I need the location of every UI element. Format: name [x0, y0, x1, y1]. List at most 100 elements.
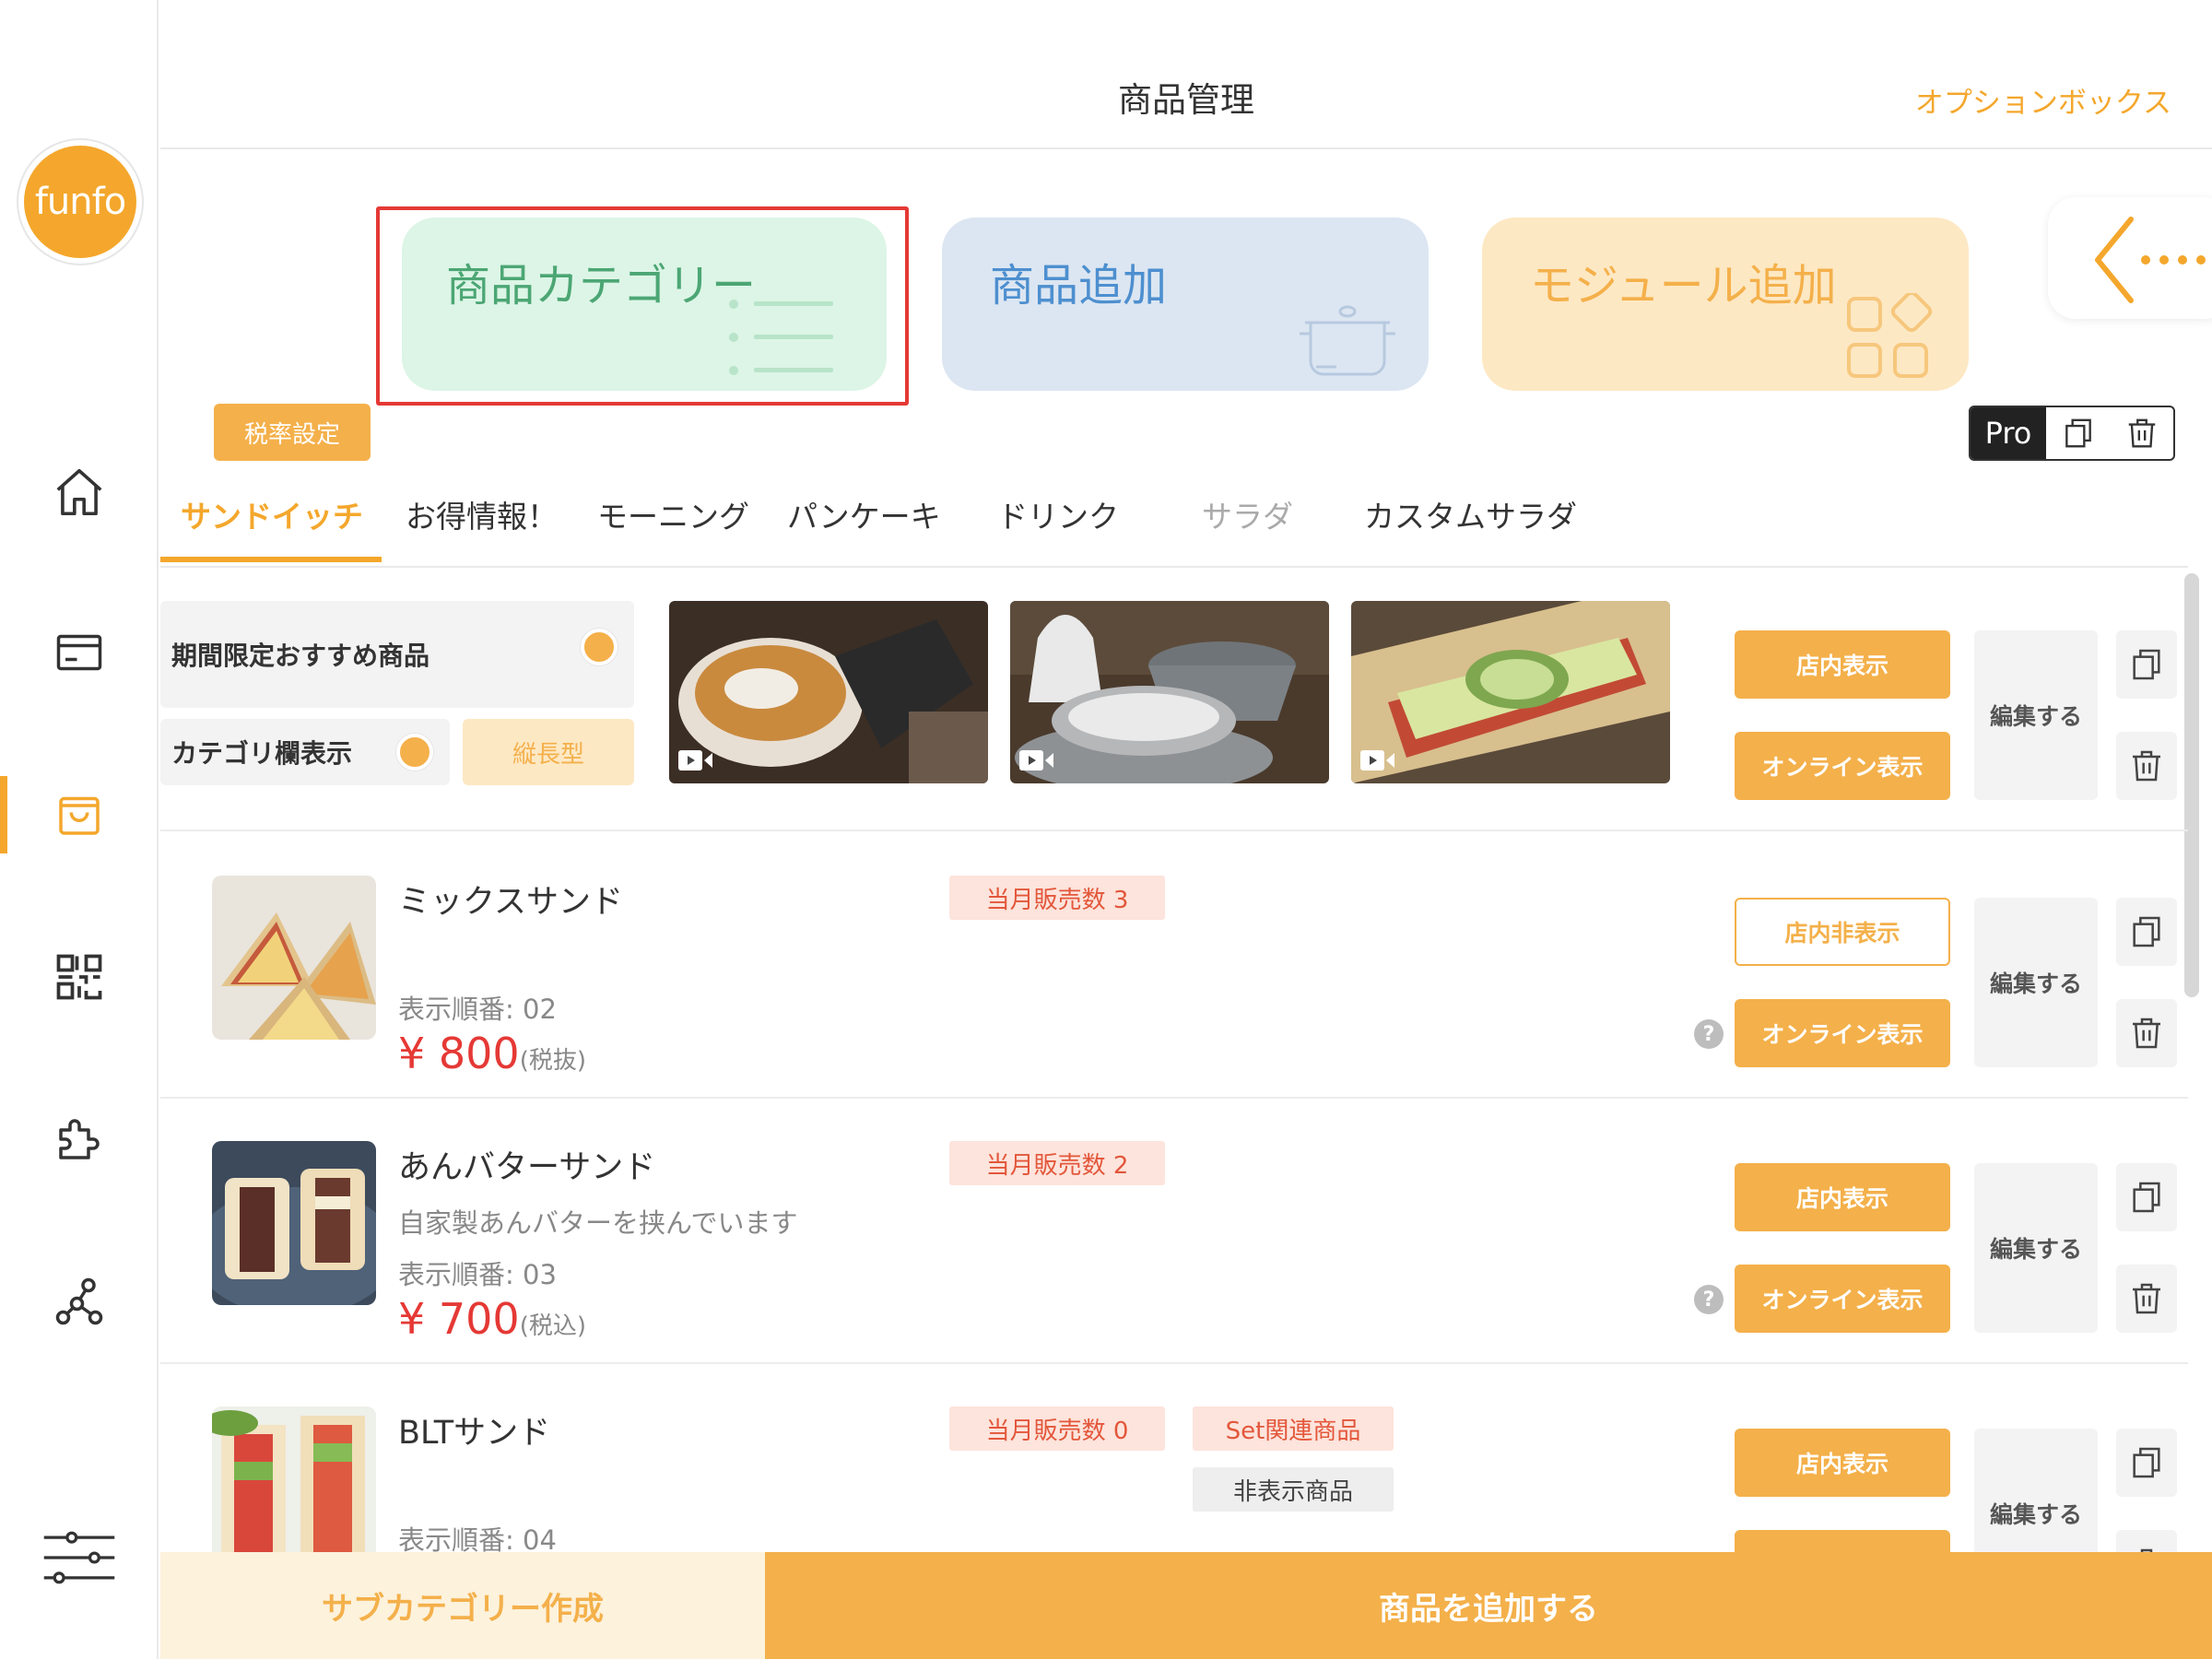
featured-row: 期間限定おすすめ商品 カテゴリ欄表示 縦長型 店内表示 オンライン表示 編集する	[160, 570, 2188, 831]
copy-button[interactable]	[2116, 630, 2177, 699]
featured-video-thumbnail[interactable]	[1010, 601, 1329, 783]
featured-video-thumbnail[interactable]	[1351, 601, 1670, 783]
sandwich-photo	[1351, 601, 1670, 783]
monthly-sales-badge: 当月販売数 0	[949, 1406, 1165, 1451]
puzzle-icon[interactable]	[46, 1106, 112, 1172]
qr-code-icon[interactable]	[46, 944, 112, 1010]
copy-button[interactable]	[2116, 898, 2177, 966]
sidebar: funfo	[0, 0, 159, 1659]
store-display-button[interactable]: 店内表示	[1735, 630, 1950, 699]
featured-video-thumbnail[interactable]	[669, 601, 988, 783]
active-tab-underline	[160, 557, 382, 562]
tax-note: (税込)	[519, 1312, 586, 1340]
product-row: ミックスサンド 表示順番: 02 ¥ 800(税抜) 当月販売数 3 店内非表示…	[160, 833, 2188, 1099]
tab-custom-salad[interactable]: カスタムサラダ	[1364, 492, 1577, 536]
toggle-switch[interactable]	[581, 629, 618, 665]
video-icon	[1360, 750, 1394, 771]
add-module-card[interactable]: モジュール追加	[1482, 218, 1969, 391]
product-image[interactable]	[212, 876, 376, 1040]
category-display-label: カテゴリ欄表示	[171, 738, 353, 769]
copy-category-button[interactable]	[2046, 407, 2110, 459]
tax-note: (税抜)	[519, 1047, 586, 1075]
page-title: 商品管理	[1118, 80, 1254, 120]
network-icon[interactable]	[46, 1268, 112, 1335]
chevron-left-dots-icon	[2095, 217, 2206, 303]
delete-button[interactable]	[2116, 732, 2177, 800]
store-display-button[interactable]: 店内表示	[1735, 1163, 1950, 1231]
active-nav-indicator	[0, 776, 7, 853]
help-icon[interactable]: ?	[1694, 1019, 1724, 1049]
delete-button[interactable]	[2116, 999, 2177, 1067]
home-icon[interactable]	[46, 459, 112, 525]
product-row: あんバターサンド 自家製あんバターを挟んでいます 表示順番: 03 ¥ 700(…	[160, 1099, 2188, 1364]
copy-icon	[2133, 1447, 2160, 1478]
card-icon[interactable]	[46, 619, 112, 686]
copy-button[interactable]	[2116, 1429, 2177, 1497]
store-hide-button[interactable]: 店内非表示	[1735, 898, 1950, 966]
edit-button[interactable]: 編集する	[1974, 1429, 2098, 1552]
category-display-toggle[interactable]: カテゴリ欄表示	[160, 719, 450, 785]
product-price: ¥ 800(税抜)	[398, 1029, 586, 1078]
delete-button[interactable]	[2116, 1265, 2177, 1333]
set-related-badge: Set関連商品	[1193, 1406, 1394, 1451]
vertical-layout-button[interactable]: 縦長型	[463, 719, 634, 785]
product-name: BLTサンド	[398, 1415, 551, 1452]
hidden-product-badge: 非表示商品	[1193, 1467, 1394, 1512]
copy-icon	[2133, 916, 2160, 947]
pro-label[interactable]: Pro	[1971, 407, 2046, 459]
add-product-label: 商品追加	[990, 260, 1168, 312]
tab-pancake[interactable]: パンケーキ	[787, 492, 941, 536]
latte-photo	[669, 601, 988, 783]
create-subcategory-button[interactable]: サブカテゴリー作成	[160, 1552, 765, 1659]
option-box-link[interactable]: オプションボックス	[1915, 79, 2171, 121]
product-image[interactable]	[212, 1141, 376, 1305]
tab-drink[interactable]: ドリンク	[997, 492, 1119, 536]
funfo-logo: funfo	[17, 138, 144, 265]
online-display-button[interactable]: オンライン表示	[1735, 999, 1950, 1067]
trash-icon	[2128, 418, 2155, 448]
highlight-box	[376, 206, 909, 406]
tab-morning[interactable]: モーニング	[597, 492, 749, 536]
shopping-bag-icon[interactable]	[46, 782, 112, 848]
video-icon	[1019, 750, 1053, 771]
bottom-action-bar: サブカテゴリー作成 商品を追加する	[160, 1552, 2212, 1659]
pro-toolbar: Pro	[1969, 406, 2175, 461]
edit-button[interactable]: 編集する	[1974, 630, 2098, 800]
add-module-label: モジュール追加	[1530, 260, 1837, 312]
anbutter-sandwich-photo	[212, 1141, 376, 1305]
tab-salad[interactable]: サラダ	[1202, 492, 1293, 536]
toggle-switch[interactable]	[396, 734, 433, 771]
display-order: 表示順番: 03	[398, 1259, 557, 1290]
add-product-card[interactable]: 商品追加	[942, 218, 1429, 391]
trash-icon	[2140, 1548, 2153, 1552]
product-row: BLTサンド 表示順番: 04 当月販売数 0 Set関連商品 非表示商品 店内…	[160, 1364, 2188, 1552]
help-icon[interactable]: ?	[1694, 1285, 1724, 1314]
delete-button[interactable]	[2116, 1530, 2177, 1552]
product-image[interactable]	[212, 1406, 376, 1552]
product-name: あんバターサンド	[398, 1149, 656, 1186]
add-product-button[interactable]: 商品を追加する	[765, 1552, 2212, 1659]
limited-recommend-toggle[interactable]: 期間限定おすすめ商品	[160, 601, 634, 708]
edit-button[interactable]: 編集する	[1974, 1163, 2098, 1333]
limited-recommend-label: 期間限定おすすめ商品	[171, 641, 430, 671]
logo-text: funfo	[24, 146, 136, 258]
online-display-button[interactable]: オンライン表示	[1735, 732, 1950, 800]
copy-button[interactable]	[2116, 1163, 2177, 1231]
online-display-button[interactable]: オンライン表示	[1735, 1265, 1950, 1333]
modules-grid-icon	[1845, 290, 1934, 385]
tax-setting-button[interactable]: 税率設定	[214, 404, 371, 461]
tab-sandwich[interactable]: サンドイッチ	[181, 492, 363, 536]
pot-icon	[1296, 302, 1399, 385]
online-display-button[interactable]	[1735, 1530, 1950, 1552]
video-icon	[678, 750, 712, 771]
display-order: 表示順番: 04	[398, 1524, 557, 1552]
edit-button[interactable]: 編集する	[1974, 898, 2098, 1067]
settings-sliders-icon[interactable]	[41, 1524, 118, 1591]
product-price: ¥ 700(税込)	[398, 1294, 586, 1344]
mix-sandwich-photo	[212, 876, 376, 1040]
scroll-left-button[interactable]	[2048, 197, 2212, 319]
monthly-sales-badge: 当月販売数 3	[949, 876, 1165, 920]
tab-deals[interactable]: お得情報！	[406, 492, 558, 536]
store-display-button[interactable]: 店内表示	[1735, 1429, 1950, 1497]
delete-category-button[interactable]	[2110, 407, 2173, 459]
